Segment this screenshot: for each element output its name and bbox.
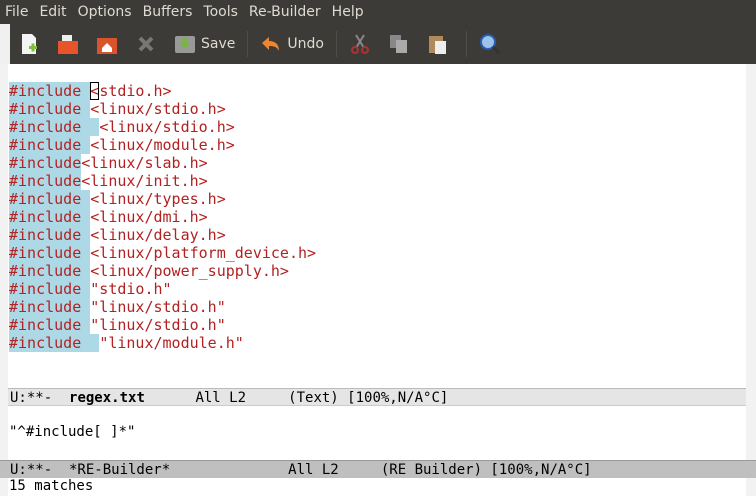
mode-line-status: U:**- bbox=[10, 390, 69, 406]
code-text: #include <stdio.h>#include <linux/stdio.… bbox=[9, 82, 316, 352]
left-fringe bbox=[0, 64, 8, 496]
regex-match: #include bbox=[9, 244, 90, 262]
regex-input[interactable]: "^#include[ ]*" bbox=[9, 424, 135, 440]
include-path: <linux/init.h> bbox=[81, 172, 207, 190]
code-line: #include <stdio.h> bbox=[9, 82, 316, 100]
search-button[interactable] bbox=[479, 30, 506, 58]
include-path: "linux/stdio.h" bbox=[90, 316, 225, 334]
home-folder-icon bbox=[96, 33, 118, 55]
regex-match: #include bbox=[9, 172, 81, 190]
close-button[interactable] bbox=[135, 30, 162, 58]
close-icon bbox=[135, 33, 157, 55]
paste-button[interactable] bbox=[427, 30, 454, 58]
menu-tools[interactable]: Tools bbox=[203, 4, 238, 20]
new-file-button[interactable] bbox=[18, 30, 45, 58]
include-path: <linux/dmi.h> bbox=[90, 208, 207, 226]
code-line: #include "stdio.h" bbox=[9, 280, 316, 298]
code-line: #include "linux/module.h" bbox=[9, 334, 316, 352]
menu-buffers[interactable]: Buffers bbox=[143, 4, 193, 20]
code-line: #include "linux/stdio.h" bbox=[9, 298, 316, 316]
regex-match: #include bbox=[9, 118, 99, 136]
code-line: #include <linux/power_supply.h> bbox=[9, 262, 316, 280]
mode-line-regex-txt: U:**- regex.txt All L2 (Text) [100%,N/A°… bbox=[8, 388, 746, 406]
regex-match: #include bbox=[9, 82, 90, 100]
include-path: <linux/slab.h> bbox=[81, 154, 207, 172]
regex-match: #include bbox=[9, 262, 90, 280]
menu-bar: File Edit Options Buffers Tools Re-Build… bbox=[0, 0, 756, 24]
undo-icon bbox=[260, 33, 282, 55]
menu-re-builder[interactable]: Re-Builder bbox=[249, 4, 321, 20]
new-file-icon bbox=[18, 33, 40, 55]
paste-icon bbox=[427, 33, 449, 55]
undo-button[interactable]: Undo bbox=[260, 30, 324, 58]
open-home-button[interactable] bbox=[96, 30, 123, 58]
regex-match: #include bbox=[9, 208, 90, 226]
regex-match: #include bbox=[9, 136, 90, 154]
include-path: <linux/power_supply.h> bbox=[90, 262, 289, 280]
code-line: #include "linux/stdio.h" bbox=[9, 316, 316, 334]
save-label: Save bbox=[201, 36, 235, 52]
include-path: <linux/module.h> bbox=[90, 136, 235, 154]
code-line: #include <linux/platform_device.h> bbox=[9, 244, 316, 262]
save-icon bbox=[174, 33, 196, 55]
regex-match: #include bbox=[9, 316, 90, 334]
include-path: "stdio.h" bbox=[90, 280, 171, 298]
minibuffer: 15 matches bbox=[9, 478, 93, 494]
include-path: <linux/platform_device.h> bbox=[90, 244, 316, 262]
toolbar-separator bbox=[336, 31, 337, 57]
toolbar: Save Undo bbox=[0, 24, 756, 64]
toolbar-separator bbox=[466, 31, 467, 57]
code-line: #include <linux/delay.h> bbox=[9, 226, 316, 244]
code-line: #include <linux/dmi.h> bbox=[9, 208, 316, 226]
include-path: "linux/module.h" bbox=[99, 334, 244, 352]
regex-match: #include bbox=[9, 280, 90, 298]
regex-match: #include bbox=[9, 298, 90, 316]
folder-open-icon bbox=[57, 33, 79, 55]
undo-label: Undo bbox=[287, 36, 324, 52]
regex-match: #include bbox=[9, 100, 90, 118]
menu-file[interactable]: File bbox=[5, 4, 28, 20]
include-path: <linux/types.h> bbox=[90, 190, 225, 208]
regex-match: #include bbox=[9, 190, 90, 208]
menu-edit[interactable]: Edit bbox=[39, 4, 66, 20]
open-file-button[interactable] bbox=[57, 30, 84, 58]
code-line: #include <linux/module.h> bbox=[9, 136, 316, 154]
code-line: #include <linux/stdio.h> bbox=[9, 100, 316, 118]
search-icon bbox=[479, 33, 501, 55]
toolbar-separator bbox=[247, 31, 248, 57]
regex-match: #include bbox=[9, 334, 99, 352]
include-path: <linux/stdio.h> bbox=[90, 100, 225, 118]
right-fringe bbox=[746, 64, 756, 496]
mode-line-re-builder: U:**- *RE-Builder* All L2 (RE Builder) [… bbox=[0, 460, 756, 478]
code-line: #include<linux/slab.h> bbox=[9, 154, 316, 172]
include-path: stdio.h> bbox=[99, 82, 171, 100]
regex-match: #include bbox=[9, 226, 90, 244]
text-cursor: < bbox=[90, 82, 99, 100]
include-path: "linux/stdio.h" bbox=[90, 298, 225, 316]
mode-line-info: All L2 (Text) [100%,N/A°C] bbox=[145, 390, 448, 406]
regex-match: #include bbox=[9, 154, 81, 172]
copy-icon bbox=[388, 33, 410, 55]
editor-buffer[interactable]: #include <stdio.h>#include <linux/stdio.… bbox=[0, 64, 746, 388]
menu-options[interactable]: Options bbox=[78, 4, 132, 20]
code-line: #include <linux/types.h> bbox=[9, 190, 316, 208]
menu-help[interactable]: Help bbox=[332, 4, 364, 20]
buffer-name: regex.txt bbox=[69, 390, 145, 406]
copy-button[interactable] bbox=[388, 30, 415, 58]
save-button[interactable]: Save bbox=[174, 30, 235, 58]
cut-button[interactable] bbox=[349, 30, 376, 58]
include-path: <linux/delay.h> bbox=[90, 226, 225, 244]
scissors-icon bbox=[349, 33, 371, 55]
code-line: #include <linux/stdio.h> bbox=[9, 118, 316, 136]
include-path: <linux/stdio.h> bbox=[99, 118, 234, 136]
code-line: #include<linux/init.h> bbox=[9, 172, 316, 190]
